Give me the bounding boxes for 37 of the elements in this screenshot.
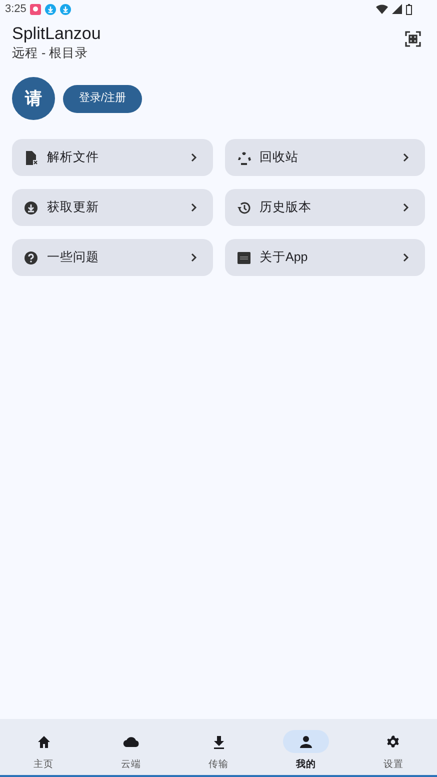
menu-item[interactable]: 回收站 [224,139,425,176]
app-title: SplitLanzou [12,24,102,44]
avatar[interactable]: 请 [12,77,55,120]
menu-item[interactable]: 解析文件 [12,139,212,176]
menu-item[interactable]: 关于App [224,239,425,276]
login-button[interactable]: 登录/注册 [63,84,142,112]
signal-icon [392,4,402,14]
nav-tab[interactable]: 设置 [350,719,437,775]
settings-icon [385,734,402,750]
menu-item[interactable]: 获取更新 [12,189,212,226]
history-icon [236,200,250,214]
help-icon [24,250,38,264]
app-subtitle: 远程 - 根目录 [12,45,90,62]
notification-icon [30,4,42,14]
nav-tab[interactable]: 主页 [0,719,88,775]
qr-scan-icon[interactable] [405,31,421,47]
menu-item[interactable]: 一些问题 [12,239,212,276]
dev-badge-icon [236,250,250,264]
chevron-right-icon [190,203,196,212]
status-time: 3:25 [5,2,26,17]
nav-tab[interactable]: 云端 [87,719,175,775]
nav-tab[interactable]: 我的 [262,719,350,775]
chevron-right-icon [190,253,196,262]
battery-icon [406,4,412,14]
chevron-right-icon [403,153,409,162]
chevron-right-icon [403,203,409,212]
home-icon [36,734,52,750]
chevron-right-icon [403,253,409,262]
download-icon [24,200,38,214]
download-icon [45,4,56,14]
chevron-right-icon [190,153,196,162]
file-icon [24,150,38,164]
download-icon [60,4,72,14]
nav-tab[interactable]: 传输 [174,719,262,775]
person-icon [298,734,314,750]
wifi-icon [376,4,388,14]
menu-item[interactable]: 历史版本 [224,189,425,226]
